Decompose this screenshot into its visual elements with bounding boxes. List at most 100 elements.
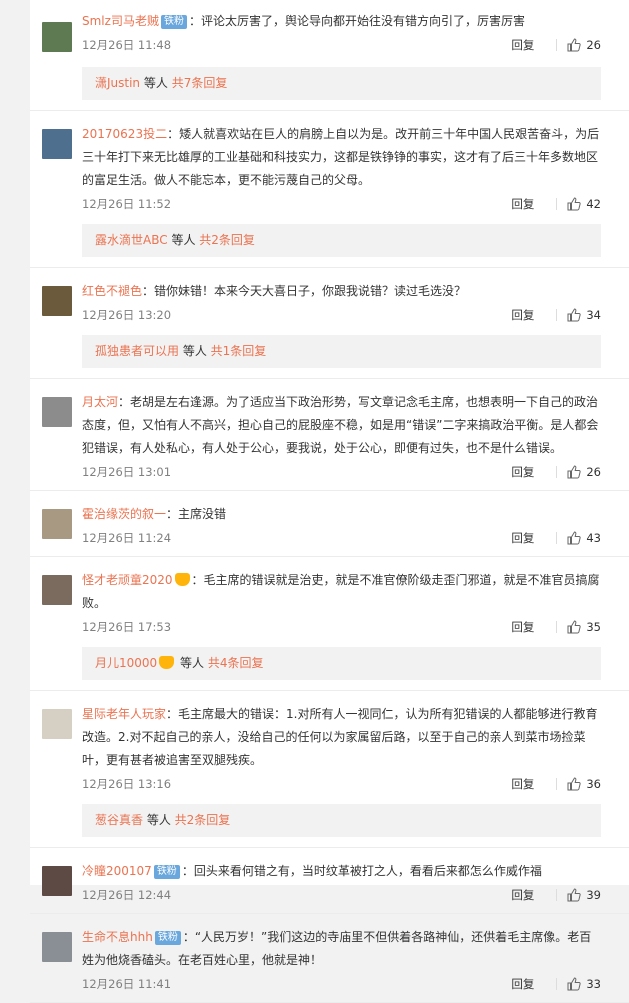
divider — [556, 39, 558, 51]
thumbs-up-icon — [567, 888, 582, 902]
comment-content: ：回头来看何错之有，当时纹革被打之人，看看后来都怎么作威作福 — [181, 864, 542, 878]
comment-item: 怪才老顽童2020 ：毛主席的错误就是治吏，就是不准官僚阶级走歪门邪道，就是不准官… — [30, 557, 629, 691]
reply-button[interactable]: 回复 — [511, 196, 534, 212]
comment-text: 星际老年人玩家：毛主席最大的错误：1.对所有人一视同仁，认为所有犯错误的人都能够… — [82, 703, 601, 772]
username-link[interactable]: 冷瞳200107 — [82, 864, 152, 878]
thumbs-up-icon — [567, 308, 582, 322]
avatar[interactable] — [42, 22, 72, 52]
reply-button[interactable]: 回复 — [511, 464, 534, 480]
comment-content: ：评论太厉害了，舆论导向都开始往没有错方向引了，厉害厉害 — [188, 14, 525, 28]
comment-text: 20170623投二：矮人就喜欢站在巨人的肩膀上自以为是。改开前三十年中国人民艰… — [82, 123, 601, 192]
comment-item: 20170623投二：矮人就喜欢站在巨人的肩膀上自以为是。改开前三十年中国人民艰… — [30, 111, 629, 268]
sub-reply-count[interactable]: 共2条回复 — [175, 813, 231, 827]
fan-badge: 铁粉 — [160, 15, 187, 29]
like-count: 42 — [586, 197, 601, 211]
username-link[interactable]: 生命不息hhh — [82, 930, 153, 944]
avatar[interactable] — [42, 509, 72, 539]
sub-reply-user[interactable]: 露水滴世ABC — [95, 233, 168, 247]
avatar[interactable] — [42, 129, 72, 159]
comment-meta: 12月26日 11:48 回复 26 — [82, 33, 601, 57]
reply-button[interactable]: 回复 — [511, 530, 534, 546]
avatar[interactable] — [42, 932, 72, 962]
avatar[interactable] — [42, 575, 72, 605]
comment-meta: 12月26日 11:52 回复 42 — [82, 192, 601, 216]
username-link[interactable]: 怪才老顽童2020 — [82, 573, 173, 587]
timestamp: 12月26日 13:20 — [82, 308, 172, 322]
sub-reply-user[interactable]: 葱谷真香 — [95, 813, 143, 827]
reply-button[interactable]: 回复 — [511, 976, 534, 992]
like-count: 26 — [586, 38, 601, 52]
sub-reply-count[interactable]: 共7条回复 — [172, 76, 228, 90]
sub-replies[interactable]: 孤独患者可以用 等人 共1条回复 — [82, 335, 601, 368]
reply-button[interactable]: 回复 — [511, 37, 534, 53]
sub-reply-mid: 等人 — [140, 76, 172, 90]
like-count: 34 — [586, 308, 601, 322]
avatar[interactable] — [42, 709, 72, 739]
comment-content: ：老胡是左右逢源。为了适应当下政治形势，写文章记念毛主席，也想表明一下自己的政治… — [82, 395, 599, 455]
thumbs-up-icon — [567, 531, 582, 545]
sub-reply-mid: 等人 — [176, 656, 208, 670]
comment-item: 红色不褪色：错你妹错！本来今天大喜日子，你跟我说错？读过毛选没？ 12月26日 … — [30, 268, 629, 379]
timestamp: 12月26日 11:48 — [82, 38, 172, 52]
comment-meta: 12月26日 11:24 回复 43 — [82, 526, 601, 550]
timestamp: 12月26日 13:01 — [82, 465, 172, 479]
like-button[interactable]: 36 — [567, 777, 601, 791]
username-link[interactable]: 星际老年人玩家 — [82, 707, 166, 721]
like-count: 26 — [586, 465, 601, 479]
avatar[interactable] — [42, 397, 72, 427]
reply-button[interactable]: 回复 — [511, 619, 534, 635]
comment-text: 怪才老顽童2020 ：毛主席的错误就是治吏，就是不准官僚阶级走歪门邪道，就是不准官… — [82, 569, 601, 615]
avatar[interactable] — [42, 286, 72, 316]
sub-replies[interactable]: 潇Justin 等人 共7条回复 — [82, 67, 601, 100]
like-button[interactable]: 43 — [567, 531, 601, 545]
comment-meta: 12月26日 11:41 回复 33 — [82, 972, 601, 996]
vip-icon — [174, 573, 190, 586]
comment-item: Smlz司马老贼 铁粉 ：评论太厉害了，舆论导向都开始往没有错方向引了，厉害厉害 1… — [30, 0, 629, 111]
divider — [556, 978, 558, 990]
reply-button[interactable]: 回复 — [511, 307, 534, 323]
like-button[interactable]: 34 — [567, 308, 601, 322]
comment-text: 霍治缘茨的叙一：主席没错 — [82, 503, 601, 526]
reply-button[interactable]: 回复 — [511, 776, 534, 792]
sub-reply-count[interactable]: 共1条回复 — [211, 344, 267, 358]
like-button[interactable]: 33 — [567, 977, 601, 991]
like-button[interactable]: 35 — [567, 620, 601, 634]
comment-meta: 12月26日 12:44 回复 39 — [82, 883, 601, 907]
sub-replies[interactable]: 月儿10000 等人 共4条回复 — [82, 647, 601, 680]
username-link[interactable]: 20170623投二 — [82, 127, 167, 141]
comment-text: 月太河：老胡是左右逢源。为了适应当下政治形势，写文章记念毛主席，也想表明一下自己… — [82, 391, 601, 460]
divider — [556, 466, 558, 478]
reply-button[interactable]: 回复 — [511, 887, 534, 903]
like-count: 33 — [586, 977, 601, 991]
sub-reply-user[interactable]: 月儿10000 — [95, 656, 157, 670]
fan-badge: 铁粉 — [154, 931, 181, 945]
avatar[interactable] — [42, 866, 72, 896]
username-link[interactable]: Smlz司马老贼 — [82, 14, 159, 28]
sub-reply-count[interactable]: 共4条回复 — [208, 656, 264, 670]
username-link[interactable]: 霍治缘茨的叙一 — [82, 507, 166, 521]
username-link[interactable]: 红色不褪色 — [82, 284, 142, 298]
like-button[interactable]: 26 — [567, 38, 601, 52]
like-button[interactable]: 39 — [567, 888, 601, 902]
sub-reply-user[interactable]: 孤独患者可以用 — [95, 344, 179, 358]
timestamp: 12月26日 11:24 — [82, 531, 172, 545]
username-link[interactable]: 月太河 — [82, 395, 118, 409]
like-button[interactable]: 42 — [567, 197, 601, 211]
comment-text: 生命不息hhh 铁粉 ：“人民万岁！”我们这边的寺庙里不但供着各路神仙，还供着毛主席… — [82, 926, 601, 972]
sub-reply-count[interactable]: 共2条回复 — [199, 233, 255, 247]
timestamp: 12月26日 17:53 — [82, 620, 172, 634]
thumbs-up-icon — [567, 38, 582, 52]
sub-reply-mid: 等人 — [179, 344, 211, 358]
timestamp: 12月26日 11:41 — [82, 977, 172, 991]
thumbs-up-icon — [567, 977, 582, 991]
sub-replies[interactable]: 葱谷真香 等人 共2条回复 — [82, 804, 601, 837]
sub-reply-user[interactable]: 潇Justin — [95, 76, 140, 90]
like-button[interactable]: 26 — [567, 465, 601, 479]
thumbs-up-icon — [567, 465, 582, 479]
comment-text: 红色不褪色：错你妹错！本来今天大喜日子，你跟我说错？读过毛选没？ — [82, 280, 601, 303]
sub-replies[interactable]: 露水滴世ABC 等人 共2条回复 — [82, 224, 601, 257]
thumbs-up-icon — [567, 620, 582, 634]
divider — [556, 309, 558, 321]
vip-icon — [159, 656, 175, 669]
like-count: 43 — [586, 531, 601, 545]
